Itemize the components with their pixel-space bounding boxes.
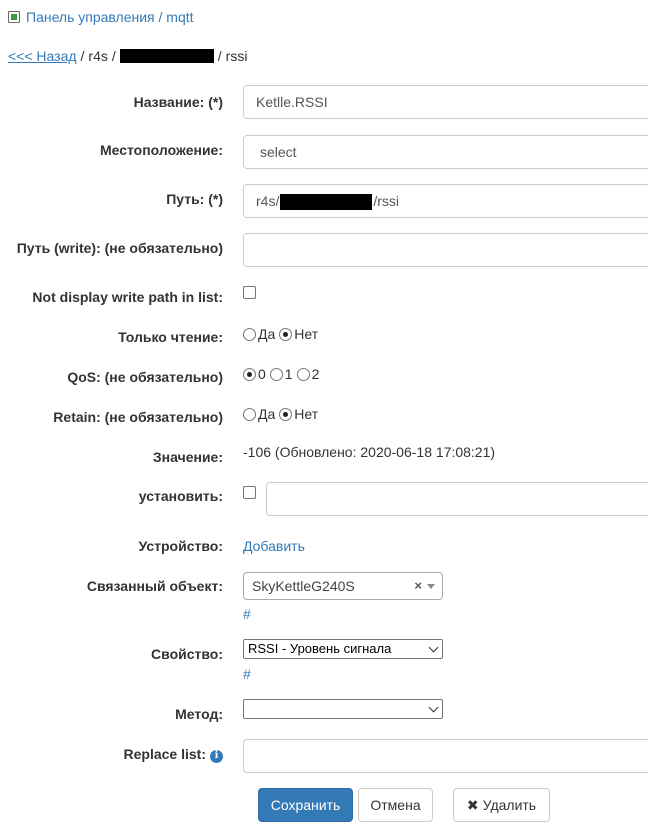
name-label: Название: (*) — [133, 94, 223, 110]
not-display-label: Not display write path in list: — [32, 289, 223, 305]
linked-object-value: SkyKettleG240S — [252, 578, 355, 594]
path-input[interactable]: r4s/ /rssi — [243, 184, 648, 218]
breadcrumb-current: rssi — [225, 48, 248, 64]
path-suffix: /rssi — [373, 193, 400, 209]
cancel-button[interactable]: Отмена — [358, 788, 433, 822]
name-input[interactable]: Ketlle.RSSI — [243, 85, 648, 119]
retain-no-radio[interactable] — [279, 407, 293, 421]
panel-icon — [8, 11, 20, 23]
method-select[interactable] — [243, 699, 443, 719]
add-device-link[interactable]: Добавить — [243, 536, 305, 556]
set-checkbox[interactable] — [243, 486, 256, 499]
linked-object-select[interactable]: SkyKettleG240S × — [243, 572, 443, 600]
replace-list-label-text: Replace list: — [123, 746, 206, 762]
qos-2-label: 2 — [311, 366, 320, 382]
back-link[interactable]: <<< Назад — [8, 48, 77, 64]
retain-no-label: Нет — [294, 406, 319, 422]
delete-button-label: Удалить — [482, 797, 537, 813]
not-display-checkbox[interactable] — [243, 286, 256, 299]
retain-yes-label: Да — [258, 406, 276, 422]
readonly-yes-radio[interactable] — [243, 327, 256, 341]
property-label: Свойство: — [151, 646, 223, 662]
linked-object-label: Связанный объект: — [86, 578, 223, 594]
control-panel-link[interactable]: Панель управления / mqtt — [8, 6, 194, 28]
location-select[interactable]: select — [243, 135, 648, 169]
chevron-down-icon — [428, 642, 439, 653]
redacted-block — [280, 194, 373, 211]
property-value: RSSI - Уровень сигнала — [248, 641, 392, 656]
control-panel-link-text: Панель управления / mqtt — [26, 9, 194, 25]
location-label: Местоположение: — [99, 142, 223, 158]
path-prefix: r4s/ — [256, 193, 280, 209]
retain-radio-group: Да Нет — [243, 404, 322, 424]
not-display-checkbox-wrap — [243, 286, 256, 302]
set-label: установить: — [138, 488, 223, 504]
redacted-block — [119, 49, 214, 63]
device-label: Устройство: — [138, 538, 223, 554]
qos-0-radio[interactable] — [243, 367, 256, 381]
replace-list-input[interactable] — [243, 739, 648, 773]
path-write-label: Путь (write): (не обязательно) — [16, 240, 223, 256]
property-hash-link[interactable]: # — [243, 664, 251, 684]
set-checkbox-wrap — [243, 486, 256, 502]
current-value: -106 (Обновлено: 2020-06-18 17:08:21) — [243, 444, 496, 460]
property-select[interactable]: RSSI - Уровень сигнала — [243, 639, 443, 659]
linked-object-hash-link[interactable]: # — [243, 604, 251, 624]
retain-yes-radio[interactable] — [243, 407, 256, 421]
readonly-radio-group: Да Нет — [243, 324, 322, 344]
clear-icon[interactable]: × — [414, 573, 422, 599]
retain-label: Retain: (не обязательно) — [53, 409, 223, 425]
qos-0-label: 0 — [258, 366, 266, 382]
chevron-down-icon — [428, 702, 439, 713]
value-label: Значение: — [152, 449, 223, 465]
qos-label: QoS: (не обязательно) — [67, 369, 223, 385]
method-label: Метод: — [175, 706, 223, 722]
readonly-no-label: Нет — [294, 326, 319, 342]
qos-radio-group: 0 1 2 — [243, 364, 323, 384]
qos-1-radio[interactable] — [269, 367, 283, 381]
readonly-no-radio[interactable] — [279, 327, 293, 341]
path-label: Путь: (*) — [166, 191, 223, 207]
readonly-label: Только чтение: — [118, 329, 223, 345]
replace-list-label: Replace list: i — [124, 744, 223, 764]
info-icon[interactable]: i — [210, 749, 223, 763]
delete-button[interactable]: ✖ Удалить — [453, 788, 550, 822]
qos-2-radio[interactable] — [296, 367, 310, 381]
breadcrumb-segment: r4s — [88, 48, 108, 64]
dropdown-arrow-icon — [427, 584, 435, 589]
breadcrumb: <<< Назад / r4s / / rssi — [8, 48, 248, 64]
save-button[interactable]: Сохранить — [258, 788, 353, 822]
set-value-input[interactable] — [266, 482, 648, 516]
close-icon: ✖ — [466, 797, 479, 813]
path-write-input[interactable] — [243, 233, 648, 267]
qos-1-label: 1 — [284, 366, 293, 382]
readonly-yes-label: Да — [258, 326, 276, 342]
